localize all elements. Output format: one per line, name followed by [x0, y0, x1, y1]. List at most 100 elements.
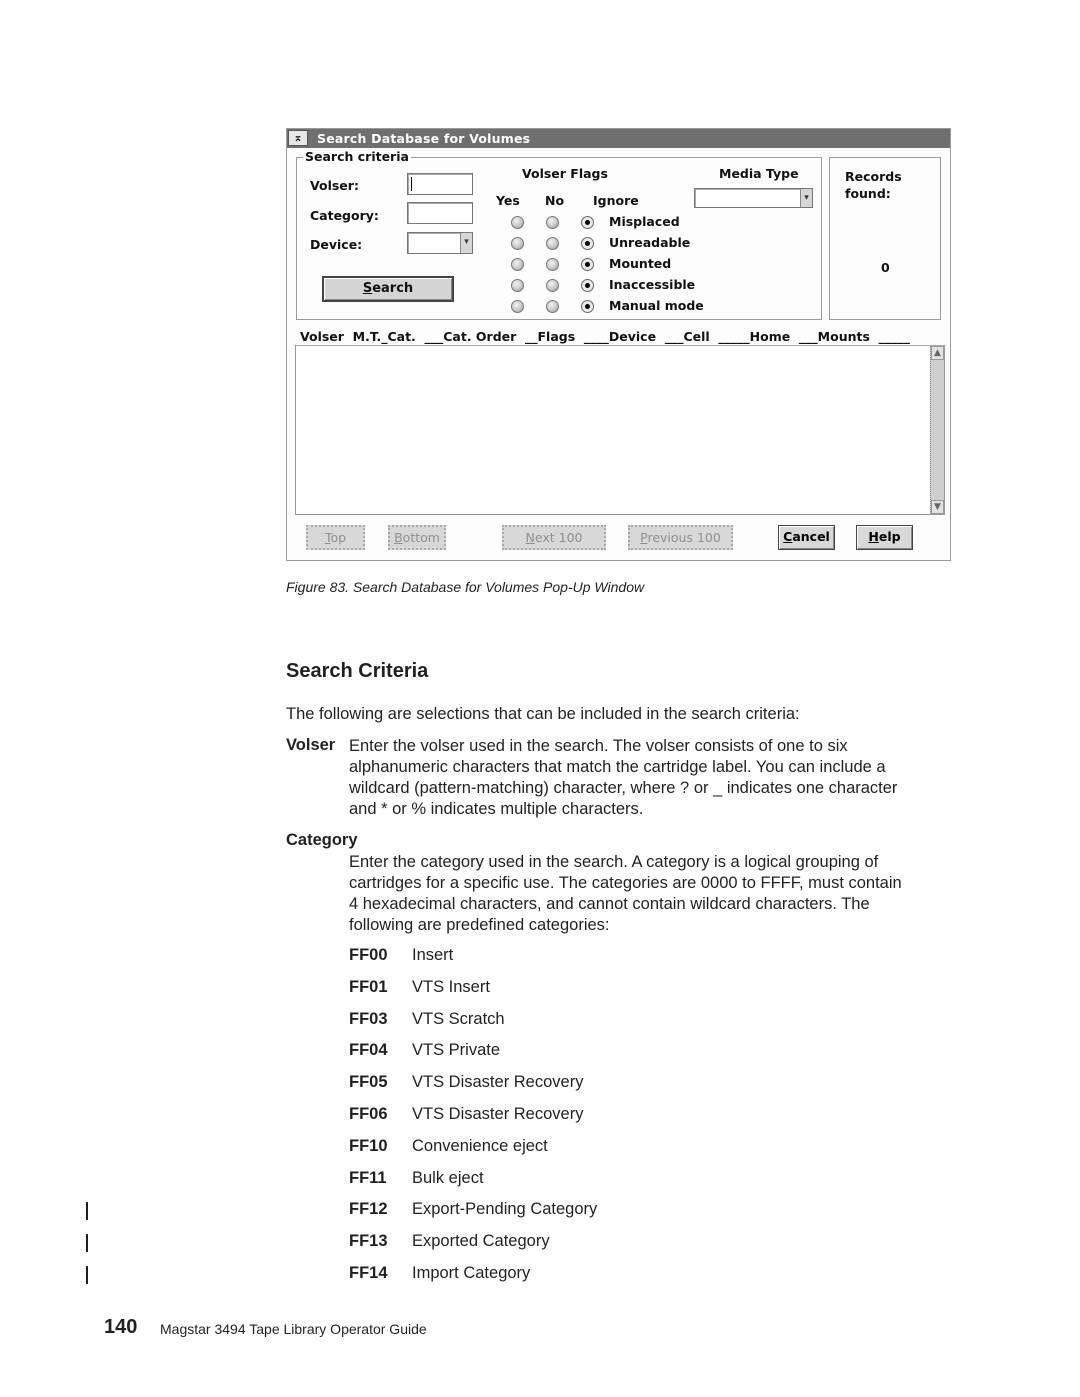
- category-line: 4 hexadecimal characters, and cannot con…: [349, 895, 870, 913]
- help-mnemonic: H: [868, 529, 879, 544]
- unreadable-ignore-radio[interactable]: [581, 237, 594, 250]
- category-code: FF10: [349, 1137, 388, 1155]
- records-label: Records: [845, 169, 902, 184]
- top-button[interactable]: Top: [306, 525, 365, 550]
- manual-mode-ignore-radio[interactable]: [581, 300, 594, 313]
- volser-flags-title: Volser Flags: [522, 166, 608, 181]
- category-description: Insert: [412, 946, 454, 964]
- inaccessible-yes-radio[interactable]: [511, 279, 524, 292]
- category-description: VTS Disaster Recovery: [412, 1073, 584, 1091]
- cancel-label: ancel: [792, 529, 830, 544]
- manual-mode-yes-radio[interactable]: [511, 300, 524, 313]
- found-label: found:: [845, 186, 891, 201]
- volser-line: alphanumeric characters that match the c…: [349, 758, 886, 776]
- bottom-label: ottom: [402, 530, 440, 545]
- cancel-button[interactable]: Cancel: [778, 525, 835, 550]
- category-term: Category: [286, 831, 358, 849]
- category-code: FF13: [349, 1232, 388, 1250]
- bottom-mnemonic: B: [394, 530, 403, 545]
- category-code: FF06: [349, 1105, 388, 1123]
- dropdown-arrow-icon[interactable]: ▾: [800, 189, 812, 207]
- dialog-title: Search Database for Volumes: [317, 131, 531, 146]
- revision-bar: [86, 1234, 88, 1252]
- inaccessible-ignore-radio[interactable]: [581, 279, 594, 292]
- results-list[interactable]: ▲ ▼: [295, 345, 945, 515]
- misplaced-ignore-radio[interactable]: [581, 216, 594, 229]
- col-yes: Yes: [496, 193, 520, 208]
- volser-line: and * or % indicates multiple characters…: [349, 800, 644, 818]
- category-line: Enter the category used in the search. A…: [349, 853, 879, 871]
- footer-title: Magstar 3494 Tape Library Operator Guide: [160, 1321, 427, 1337]
- figure-caption: Figure 83. Search Database for Volumes P…: [286, 579, 645, 595]
- category-description: Convenience eject: [412, 1137, 548, 1155]
- category-description: Exported Category: [412, 1232, 550, 1250]
- category-code: FF00: [349, 946, 388, 964]
- vertical-scrollbar[interactable]: ▲ ▼: [930, 346, 944, 514]
- category-description: Export-Pending Category: [412, 1200, 598, 1218]
- category-description: Bulk eject: [412, 1169, 484, 1187]
- category-description: Import Category: [412, 1264, 531, 1282]
- search-label: earch: [372, 281, 414, 296]
- category-description: VTS Insert: [412, 978, 490, 996]
- category-line: cartridges for a specific use. The categ…: [349, 874, 902, 892]
- help-button[interactable]: Help: [856, 525, 913, 550]
- category-description: VTS Private: [412, 1041, 501, 1059]
- search-database-dialog: ⌅ Search Database for Volumes Search cri…: [286, 128, 951, 561]
- flag-label: Misplaced: [609, 214, 680, 229]
- volser-input[interactable]: [407, 173, 473, 195]
- flag-label: Inaccessible: [609, 277, 696, 292]
- flag-label: Manual mode: [609, 298, 704, 313]
- records-found-panel: Records found: 0: [829, 157, 941, 320]
- unreadable-yes-radio[interactable]: [511, 237, 524, 250]
- dropdown-arrow-icon[interactable]: ▾: [460, 233, 472, 253]
- category-code: FF01: [349, 978, 388, 996]
- next-100-button[interactable]: Next 100: [502, 525, 606, 550]
- scroll-down-icon[interactable]: ▼: [931, 500, 944, 514]
- scroll-up-icon[interactable]: ▲: [931, 346, 944, 360]
- volser-label: Volser:: [310, 178, 359, 193]
- device-label: Device:: [310, 237, 363, 252]
- results-column-headers: Volser M.T._Cat. ___Cat. Order __Flags _…: [300, 329, 910, 344]
- revision-bar: [86, 1202, 88, 1220]
- cancel-mnemonic: C: [783, 529, 793, 544]
- manual-mode-no-radio[interactable]: [546, 300, 559, 313]
- volser-line: Enter the volser used in the search. The…: [349, 737, 848, 755]
- category-description: VTS Disaster Recovery: [412, 1105, 584, 1123]
- previous-100-button[interactable]: Previous 100: [628, 525, 733, 550]
- inaccessible-no-radio[interactable]: [546, 279, 559, 292]
- media-type-label: Media Type: [719, 166, 799, 181]
- category-code: FF14: [349, 1264, 388, 1282]
- top-label: op: [330, 530, 347, 545]
- device-dropdown[interactable]: ▾: [407, 232, 473, 254]
- category-code: FF03: [349, 1010, 388, 1028]
- misplaced-no-radio[interactable]: [546, 216, 559, 229]
- system-menu-icon[interactable]: ⌅: [288, 130, 308, 146]
- flag-label: Unreadable: [609, 235, 691, 250]
- search-criteria-group: Search criteria Volser: Category: Device…: [296, 149, 822, 320]
- category-line: following are predefined categories:: [349, 916, 610, 934]
- records-found-count: 0: [881, 260, 890, 275]
- text-caret: [411, 177, 412, 191]
- category-code: FF12: [349, 1200, 388, 1218]
- category-code: FF11: [349, 1169, 387, 1187]
- help-label: elp: [878, 529, 901, 544]
- mounted-no-radio[interactable]: [546, 258, 559, 271]
- page-number: 140: [104, 1316, 138, 1338]
- next-mnemonic: N: [525, 530, 535, 545]
- previous-label: revious 100: [647, 530, 721, 545]
- bottom-button[interactable]: Bottom: [388, 525, 446, 550]
- mounted-yes-radio[interactable]: [511, 258, 524, 271]
- col-ignore: Ignore: [593, 193, 639, 208]
- unreadable-no-radio[interactable]: [546, 237, 559, 250]
- flag-label: Mounted: [609, 256, 672, 271]
- section-heading: Search Criteria: [286, 660, 429, 682]
- category-input[interactable]: [407, 202, 473, 224]
- misplaced-yes-radio[interactable]: [511, 216, 524, 229]
- intro-paragraph: The following are selections that can be…: [286, 705, 800, 723]
- category-label: Category:: [310, 208, 379, 223]
- category-description: VTS Scratch: [412, 1010, 505, 1028]
- mounted-ignore-radio[interactable]: [581, 258, 594, 271]
- media-type-dropdown[interactable]: ▾: [694, 188, 813, 208]
- search-button[interactable]: Search: [322, 276, 454, 302]
- volser-line: wildcard (pattern-matching) character, w…: [349, 779, 898, 797]
